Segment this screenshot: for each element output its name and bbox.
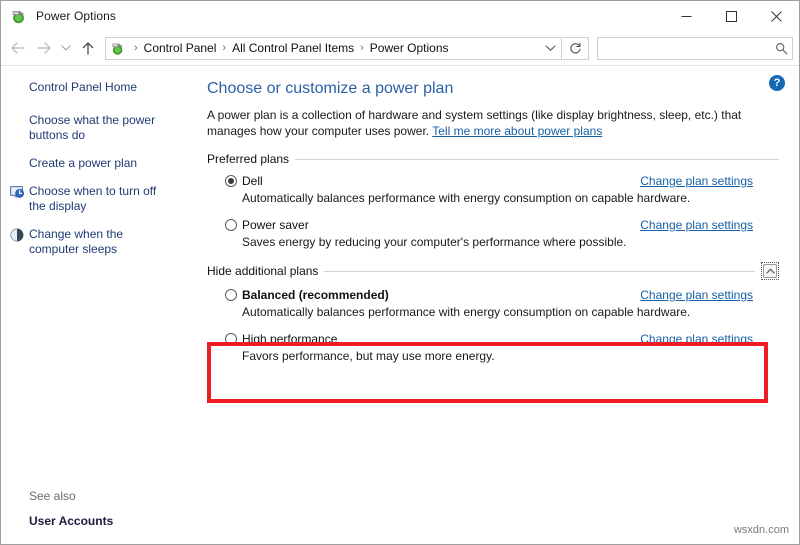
power-plug-icon	[110, 40, 126, 56]
refresh-icon[interactable]	[563, 36, 589, 60]
plan-name: High performance	[242, 332, 338, 346]
plan-name: Power saver	[242, 218, 309, 232]
see-also-section: See also User Accounts	[29, 489, 113, 528]
group-label: Preferred plans	[207, 152, 290, 166]
power-options-window: Power Options › Control Panel › All Cont…	[0, 0, 800, 545]
plan-name: Dell	[242, 174, 263, 188]
plan-row-power-saver[interactable]: Power saver Change plan settings Saves e…	[207, 218, 799, 249]
sidebar-item-label: Create a power plan	[29, 156, 138, 170]
power-plug-icon	[10, 7, 28, 25]
group-divider	[295, 158, 779, 160]
title-bar: Power Options	[1, 1, 799, 31]
chevron-down-icon[interactable]	[539, 38, 561, 59]
sidebar-item-choose-power-buttons[interactable]: Choose what the power buttons do	[1, 113, 199, 143]
change-plan-settings-link-dell[interactable]: Change plan settings	[640, 174, 799, 188]
radio-power-saver[interactable]	[225, 219, 237, 231]
breadcrumb-item-all-control-panel-items[interactable]: All Control Panel Items	[230, 41, 356, 55]
search-box[interactable]	[597, 36, 793, 60]
window-title: Power Options	[36, 9, 117, 23]
change-plan-settings-link-high-performance[interactable]: Change plan settings	[640, 332, 799, 346]
group-divider	[324, 270, 755, 272]
intro-paragraph: A power plan is a collection of hardware…	[207, 107, 752, 139]
watermark: wsxdn.com	[733, 524, 789, 536]
up-arrow-icon[interactable]	[75, 35, 101, 61]
plan-description: Favors performance, but may use more ene…	[242, 349, 495, 363]
sidebar-item-turn-off-display[interactable]: Choose when to turn off the display	[1, 184, 199, 214]
radio-dell[interactable]	[225, 175, 237, 187]
plan-header: Balanced (recommended) Change plan setti…	[225, 288, 799, 302]
close-icon[interactable]	[754, 1, 799, 31]
group-label: Hide additional plans	[207, 264, 319, 278]
change-plan-settings-link-balanced[interactable]: Change plan settings	[640, 288, 799, 302]
breadcrumb: › Control Panel › All Control Panel Item…	[130, 41, 539, 55]
plan-name: Balanced (recommended)	[242, 288, 389, 302]
plan-row-balanced[interactable]: Balanced (recommended) Change plan setti…	[207, 288, 799, 319]
breadcrumb-separator: ›	[222, 41, 227, 54]
change-plan-settings-link-power-saver[interactable]: Change plan settings	[640, 218, 799, 232]
group-preferred-plans: Preferred plans Dell Change plan setting…	[207, 152, 799, 249]
forward-arrow-icon[interactable]	[31, 35, 57, 61]
group-additional-plans: Hide additional plans Balanced (recommen…	[207, 262, 799, 363]
sidebar-item-label: Choose what the power buttons do	[29, 113, 156, 142]
navigation-bar: › Control Panel › All Control Panel Item…	[1, 31, 799, 65]
breadcrumb-separator: ›	[360, 41, 364, 54]
collapse-additional-plans-button[interactable]	[761, 262, 779, 280]
see-also-title: See also	[29, 489, 76, 503]
content-pane: ? Choose or customize a power plan A pow…	[199, 66, 799, 544]
sidebar-item-computer-sleeps[interactable]: Change when the computer sleeps	[1, 227, 199, 257]
plan-header: High performance Change plan settings	[225, 332, 799, 346]
minimize-icon[interactable]	[664, 1, 709, 31]
moon-sleep-icon	[9, 227, 25, 243]
display-clock-icon	[9, 184, 25, 200]
plan-row-high-performance[interactable]: High performance Change plan settings Fa…	[207, 332, 799, 363]
maximize-icon[interactable]	[709, 1, 754, 31]
see-also-link-user-accounts[interactable]: User Accounts	[29, 514, 113, 528]
back-arrow-icon[interactable]	[5, 35, 31, 61]
help-question-icon[interactable]: ?	[769, 75, 785, 91]
group-header: Hide additional plans	[207, 262, 799, 280]
sidebar-item-label: Change when the computer sleeps	[29, 227, 124, 256]
sidebar: Control Panel Home Choose what the power…	[1, 66, 199, 544]
plan-header: Power saver Change plan settings	[225, 218, 799, 232]
address-bar[interactable]: › Control Panel › All Control Panel Item…	[105, 36, 562, 60]
page-title: Choose or customize a power plan	[207, 80, 454, 97]
plan-description: Saves energy by reducing your computer's…	[242, 235, 627, 249]
sidebar-item-label: Choose when to turn off the display	[29, 184, 157, 213]
radio-high-performance[interactable]	[225, 333, 237, 345]
breadcrumb-item-power-options[interactable]: Power Options	[368, 41, 451, 55]
chevron-up-icon	[763, 264, 777, 278]
caption-button-group	[664, 1, 799, 31]
radio-balanced[interactable]	[225, 289, 237, 301]
search-icon[interactable]	[770, 42, 792, 55]
tell-me-more-link[interactable]: Tell me more about power plans	[432, 124, 602, 138]
plan-description: Automatically balances performance with …	[242, 305, 691, 319]
plan-header: Dell Change plan settings	[225, 174, 799, 188]
plan-row-dell[interactable]: Dell Change plan settings Automatically …	[207, 174, 799, 205]
body-area: Control Panel Home Choose what the power…	[1, 65, 799, 544]
group-header: Preferred plans	[207, 152, 799, 166]
sidebar-item-create-power-plan[interactable]: Create a power plan	[1, 156, 199, 171]
sidebar-item-control-panel-home[interactable]: Control Panel Home	[1, 80, 199, 95]
search-input[interactable]	[598, 40, 770, 56]
breadcrumb-item-control-panel[interactable]: Control Panel	[142, 41, 219, 55]
plan-description: Automatically balances performance with …	[242, 191, 691, 205]
sidebar-item-label: Control Panel Home	[29, 80, 138, 94]
breadcrumb-separator: ›	[134, 41, 138, 54]
recent-locations-icon[interactable]	[57, 35, 75, 61]
